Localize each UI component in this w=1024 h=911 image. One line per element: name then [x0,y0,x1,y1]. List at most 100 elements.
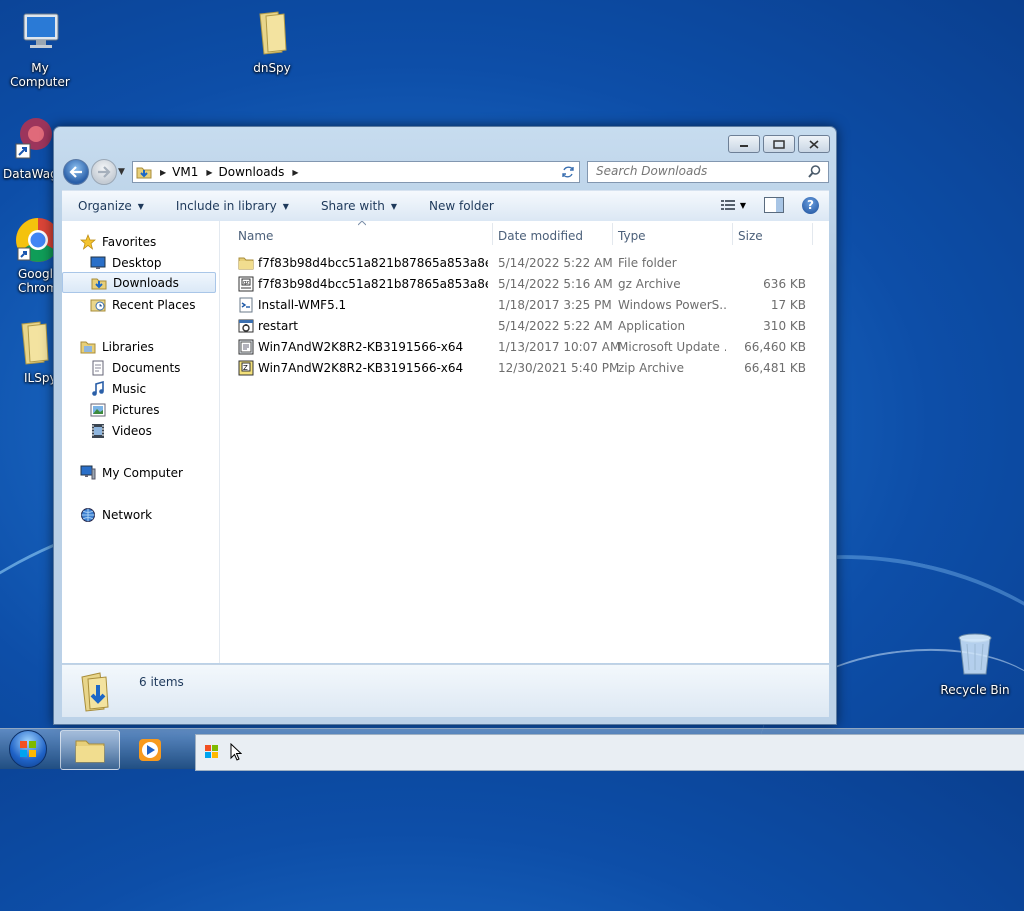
view-list-icon [720,200,735,210]
nav-downloads[interactable]: Downloads [62,272,216,293]
nav-pictures[interactable]: Pictures [90,399,160,420]
folder-icon [259,11,287,55]
breadcrumb-vm1[interactable]: VM1 [172,165,198,179]
file-name: restart [258,319,299,333]
application-icon [238,319,254,333]
share-with-button[interactable]: Share with ▼ [305,199,413,213]
nav-videos[interactable]: Videos [90,420,152,441]
start-button[interactable] [6,729,50,769]
nav-favorites[interactable]: Favorites [80,231,156,252]
star-icon [80,233,96,250]
desktop-icon-label: My Computer [10,61,70,89]
nav-label: Recent Places [112,297,196,312]
column-header-date[interactable]: Date modified [498,225,583,247]
chevron-down-icon: ▼ [282,201,289,211]
search-input[interactable] [588,162,801,180]
nav-label: Documents [112,360,181,375]
nav-documents[interactable]: Documents [90,357,180,378]
nav-network[interactable]: Network [80,504,152,525]
new-folder-label: New folder [429,199,494,213]
taskbar-thumbnail-preview[interactable] [195,734,1024,771]
navigation-pane: Favorites Desktop Downloads Recent Place… [62,221,220,663]
table-row[interactable]: Z Win7AndW2K8R2-KB3191566-x64 12/30/2021… [238,358,818,379]
breadcrumb-separator-icon[interactable]: ▶ [160,168,166,177]
new-folder-button[interactable]: New folder [413,199,510,213]
table-row[interactable]: Win7AndW2K8R2-KB3191566-x64 1/13/2017 10… [238,337,818,358]
address-bar[interactable]: ▶ VM1 ▶ Downloads ▶ ▼ [132,161,579,183]
column-divider[interactable] [612,223,613,245]
file-type: zip Archive [618,361,684,375]
include-in-library-button[interactable]: Include in library ▼ [160,199,305,213]
column-divider[interactable] [732,223,733,245]
nav-music[interactable]: Music [90,378,146,399]
search-box[interactable] [587,161,829,183]
file-size: 66,481 KB [744,361,806,375]
desktop-icon-my-computer[interactable]: My Computer [0,8,80,89]
column-header-name[interactable]: Name [238,225,273,247]
nav-libraries[interactable]: Libraries [80,336,154,357]
file-size: 636 KB [763,277,806,291]
column-divider[interactable] [812,223,813,245]
preview-pane-button[interactable] [764,197,784,213]
recent-pages-dropdown[interactable]: ▼ [118,167,125,177]
nav-desktop[interactable]: Desktop [90,252,162,273]
column-divider[interactable] [492,223,493,245]
nav-label: Pictures [112,402,160,417]
taskbar-media-player-button [120,730,180,770]
change-view-button[interactable] [716,196,740,214]
breadcrumb-downloads[interactable]: Downloads [219,165,285,179]
file-name: Win7AndW2K8R2-KB3191566-x64 [258,340,464,354]
minimize-icon [740,145,748,147]
help-button[interactable]: ? [802,196,819,214]
windows-logo-icon [9,730,47,768]
file-type: Application [618,319,686,333]
update-package-icon [238,339,254,355]
table-row[interactable]: gz f7f83b98d4bcc51a821b87865a853a8e68ca.… [238,274,818,295]
search-icon[interactable] [807,164,822,179]
desktop-icon-dnspy[interactable]: dnSpy [232,8,312,75]
organize-button[interactable]: Organize ▼ [62,199,160,213]
desktop-icon-chrome[interactable]: Googl Chrom [0,216,60,295]
nav-my-computer[interactable]: My Computer [80,462,183,483]
downloads-folder-large-icon [81,672,109,712]
view-options-dropdown[interactable]: ▼ [740,201,746,210]
details-pane: 6 items [62,664,829,717]
maximize-button[interactable] [763,135,795,153]
pictures-icon [90,403,106,416]
desktop-icon-recycle-bin[interactable]: Recycle Bin [935,630,1015,697]
back-button[interactable] [63,159,89,185]
desktop-icon-datawag[interactable]: DataWag [0,114,60,181]
explorer-window[interactable]: ▼ ▶ VM1 ▶ Downloads ▶ ▼ Organize ▼ [53,126,837,725]
organize-label: Organize [78,199,132,213]
desktop-icon-ilspy[interactable]: ILSpy [0,318,60,385]
recycle-bin-icon [958,633,992,675]
forward-arrow-icon [98,166,111,178]
folder-icon [238,257,254,270]
file-name: Win7AndW2K8R2-KB3191566-x64 [258,361,464,375]
nav-recent-places[interactable]: Recent Places [90,294,195,315]
table-row[interactable]: restart 5/14/2022 5:22 AM Application 31… [238,316,818,337]
taskbar-explorer-button[interactable] [60,730,120,770]
table-row[interactable]: Install-WMF5.1 1/18/2017 3:25 PM Windows… [238,295,818,316]
archive-icon: gz [238,276,254,292]
file-type: Windows PowerS... [618,298,726,312]
nav-label: Music [112,381,147,396]
nav-label: Favorites [102,234,157,249]
close-button[interactable] [798,135,830,153]
thumbnail-app-icon [205,745,218,758]
table-row[interactable]: f7f83b98d4bcc51a821b87865a853a8e68ca... … [238,253,818,274]
taskbar [0,728,1024,771]
downloads-folder-icon [91,278,107,289]
breadcrumb-separator-icon[interactable]: ▶ [206,168,212,177]
forward-button[interactable] [91,159,117,185]
column-header-type[interactable]: Type [618,225,646,247]
navigation-row: ▼ ▶ VM1 ▶ Downloads ▶ ▼ [62,159,829,185]
refresh-button[interactable] [557,161,580,183]
network-icon [81,507,95,522]
breadcrumb-separator-icon[interactable]: ▶ [292,168,298,177]
minimize-button[interactable] [728,135,760,153]
column-header-size[interactable]: Size [738,225,763,247]
file-date: 1/18/2017 3:25 PM [498,298,612,312]
desktop-icon-label: dnSpy [253,61,291,75]
nav-label: Desktop [112,255,162,270]
